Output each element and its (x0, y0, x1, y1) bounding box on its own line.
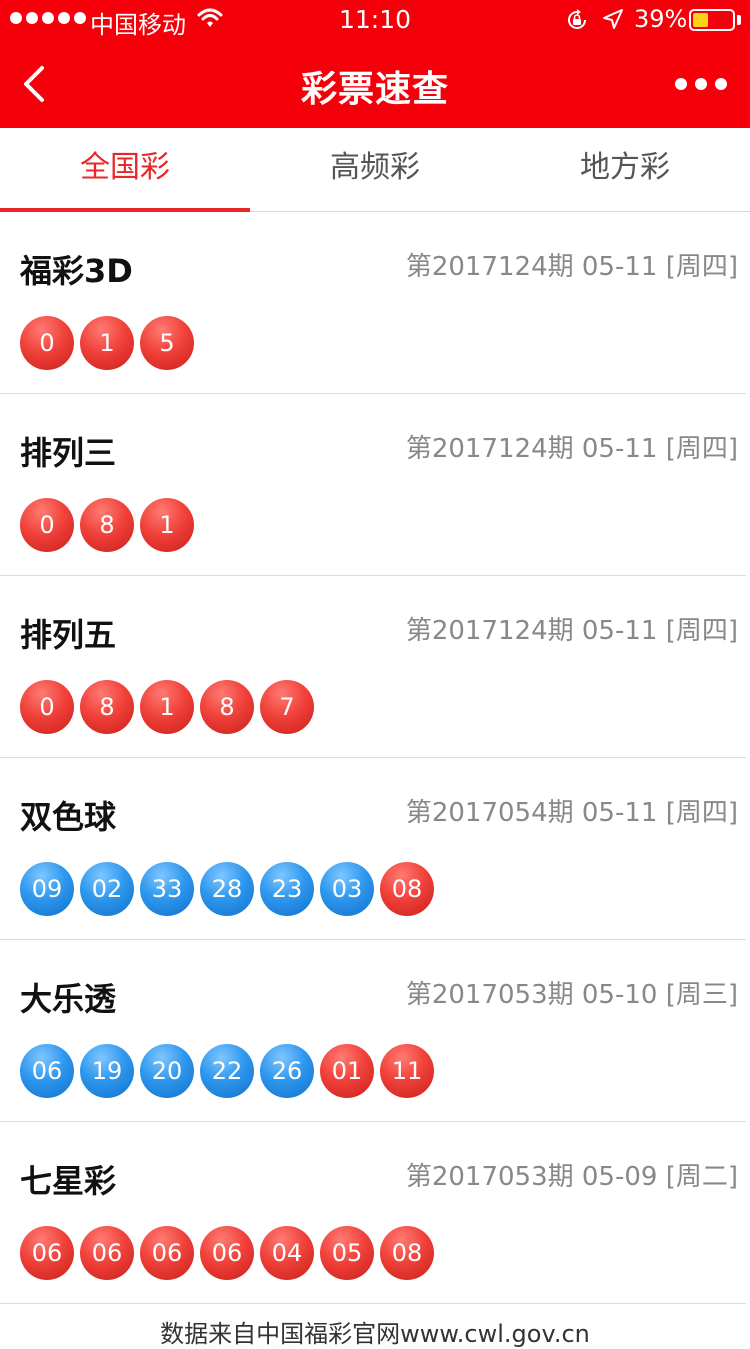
battery-percent: 39% (634, 5, 688, 33)
blue-ball: 23 (260, 862, 314, 916)
list-item[interactable]: 大乐透 第2017053期 05-10 [周三] 06 19 20 22 26 01 11 (0, 940, 746, 1122)
lottery-name: 双色球 (20, 798, 117, 836)
list-item[interactable]: 双色球 第2017054期 05-11 [周四] 09 02 33 28 23 03 08 (0, 758, 746, 940)
red-ball: 0 (20, 316, 74, 370)
red-ball: 8 (80, 680, 134, 734)
draw-issue: 第2017053期 05-09 [周二] (405, 1162, 738, 1192)
orientation-lock-icon (568, 9, 586, 29)
winning-numbers: 09 02 33 28 23 03 08 (20, 862, 434, 916)
red-ball: 7 (260, 680, 314, 734)
app-header: 中国移动 11:10 39% 彩票速查 (0, 0, 750, 128)
tab-high-frequency[interactable]: 高频彩 (250, 128, 500, 212)
more-dots-icon[interactable] (672, 70, 730, 98)
list-item[interactable]: 排列三 第2017124期 05-11 [周四] 0 8 1 (0, 394, 746, 576)
winning-numbers: 081 (20, 498, 194, 552)
draw-issue: 第2017124期 05-11 [周四] (405, 252, 738, 282)
lottery-name: 七星彩 (20, 1162, 117, 1200)
list-item[interactable]: 排列五 第2017124期 05-11 [周四] 0 8 1 8 7 (0, 576, 746, 758)
status-bar: 中国移动 11:10 39% (0, 0, 750, 40)
blue-ball: 20 (140, 1044, 194, 1098)
red-ball: 0 (20, 680, 74, 734)
red-ball: 1 (140, 498, 194, 552)
blue-ball: 22 (200, 1044, 254, 1098)
winning-numbers: 06 19 20 22 26 01 11 (20, 1044, 434, 1098)
blue-ball: 09 (20, 862, 74, 916)
lottery-name: 大乐透 (20, 980, 117, 1018)
red-ball: 05 (320, 1226, 374, 1280)
data-source-footer: 数据来自中国福彩官网www.cwl.gov.cn (160, 1320, 590, 1348)
blue-ball: 19 (80, 1044, 134, 1098)
lottery-name: 排列五 (20, 616, 117, 654)
tab-national[interactable]: 全国彩 (0, 128, 250, 212)
blue-ball: 06 (20, 1044, 74, 1098)
red-ball: 06 (140, 1226, 194, 1280)
list-item[interactable]: 福彩3D 第2017124期 05-11 [周四] 0 1 5 (0, 212, 746, 394)
red-ball: 06 (80, 1226, 134, 1280)
red-ball: 8 (200, 680, 254, 734)
draw-issue: 第2017053期 05-10 [周三] (405, 980, 738, 1010)
category-tabs: 全国彩 高频彩 地方彩 (0, 128, 750, 212)
red-ball: 0 (20, 498, 74, 552)
red-ball: 8 (80, 498, 134, 552)
blue-ball: 28 (200, 862, 254, 916)
red-ball: 08 (380, 1226, 434, 1280)
red-ball: 04 (260, 1226, 314, 1280)
winning-numbers: 06 06 06 06 04 05 08 (20, 1226, 434, 1280)
winning-numbers: 015 (20, 316, 194, 370)
red-ball: 06 (200, 1226, 254, 1280)
lottery-name: 福彩3D (20, 252, 133, 290)
draw-issue: 第2017124期 05-11 [周四] (405, 616, 738, 646)
red-ball: 06 (20, 1226, 74, 1280)
blue-ball: 33 (140, 862, 194, 916)
draw-issue: 第2017124期 05-11 [周四] (405, 434, 738, 464)
lottery-name: 排列三 (20, 434, 117, 472)
red-ball: 1 (80, 316, 134, 370)
page-title: 彩票速查 (300, 69, 449, 110)
battery-level-fill (693, 13, 708, 27)
winning-numbers: 08187 (20, 680, 314, 734)
draw-issue: 第2017054期 05-11 [周四] (405, 798, 738, 828)
location-arrow-icon (603, 9, 623, 29)
red-ball: 08 (380, 862, 434, 916)
battery-cap (737, 15, 741, 25)
red-ball: 11 (380, 1044, 434, 1098)
lottery-list: 福彩3D 第2017124期 05-11 [周四] 0 1 5 排列三 第2017124期 … (0, 212, 750, 1304)
red-ball: 5 (140, 316, 194, 370)
list-item[interactable]: 七星彩 第2017053期 05-09 [周二] 06 06 06 06 04 05 08 (0, 1122, 746, 1304)
red-ball: 1 (140, 680, 194, 734)
blue-ball: 02 (80, 862, 134, 916)
tab-local[interactable]: 地方彩 (500, 128, 750, 212)
blue-ball: 03 (320, 862, 374, 916)
red-ball: 01 (320, 1044, 374, 1098)
battery-icon (689, 9, 735, 31)
blue-ball: 26 (260, 1044, 314, 1098)
